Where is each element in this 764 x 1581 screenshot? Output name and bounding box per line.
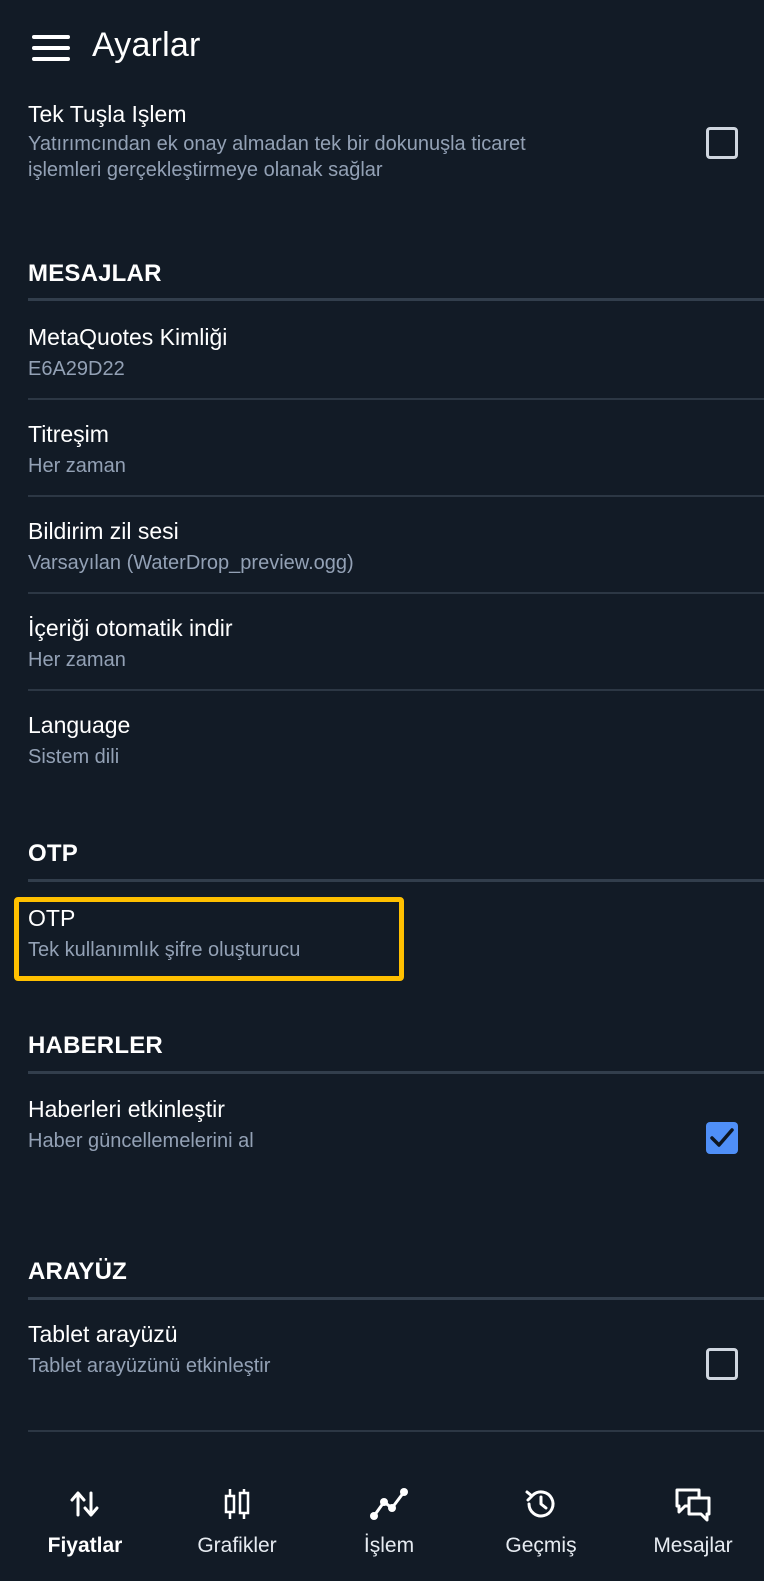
setting-title: Tek Tuşla Işlem xyxy=(28,101,187,127)
nav-label: Geçmiş xyxy=(505,1534,577,1557)
row-divider xyxy=(28,1430,764,1432)
chat-bubbles-icon xyxy=(628,1482,758,1526)
nav-label: Fiyatlar xyxy=(47,1534,123,1557)
setting-description-line1: Yatırımcından ek onay almadan tek bir do… xyxy=(28,133,526,155)
setting-value: Sistem dili xyxy=(28,746,120,768)
setting-tablet-interface[interactable]: Tablet arayüzü Tablet arayüzünü etkinleş… xyxy=(28,1320,736,1380)
nav-quotes[interactable]: Fiyatlar xyxy=(20,1482,150,1558)
setting-vibration[interactable]: Titreşim Her zaman xyxy=(28,420,736,480)
row-divider xyxy=(28,689,764,691)
candlestick-chart-icon xyxy=(172,1482,302,1526)
checkmark-icon xyxy=(710,1128,734,1147)
highlight-box xyxy=(14,897,404,981)
bottom-navigation: Fiyatlar Grafikler İşlem Geçmiş Mesajlar xyxy=(0,1460,764,1581)
nav-label: Grafikler xyxy=(197,1534,277,1557)
setting-title: Bildirim zil sesi xyxy=(28,518,179,544)
setting-value: E6A29D22 xyxy=(28,358,125,380)
row-divider xyxy=(28,592,764,594)
setting-notification-sound[interactable]: Bildirim zil sesi Varsayılan (WaterDrop_… xyxy=(28,517,736,577)
row-divider xyxy=(28,398,764,400)
trade-line-icon xyxy=(324,1482,454,1526)
section-heading-otp: OTP xyxy=(28,840,78,867)
section-heading-interface: ARAYÜZ xyxy=(28,1258,127,1285)
row-divider xyxy=(28,495,764,497)
setting-value: Haber güncellemelerini al xyxy=(28,1130,254,1152)
tablet-interface-checkbox[interactable] xyxy=(706,1348,738,1380)
setting-value: Varsayılan (WaterDrop_preview.ogg) xyxy=(28,552,354,574)
page-title: Ayarlar xyxy=(92,26,201,64)
setting-title: Titreşim xyxy=(28,421,109,447)
setting-title: Tablet arayüzü xyxy=(28,1321,178,1347)
nav-charts[interactable]: Grafikler xyxy=(172,1482,302,1558)
section-divider xyxy=(28,1297,764,1300)
setting-title: İçeriği otomatik indir xyxy=(28,615,233,641)
nav-messages[interactable]: Mesajlar xyxy=(628,1482,758,1558)
section-heading-messages: MESAJLAR xyxy=(28,260,162,287)
setting-metaquotes-id[interactable]: MetaQuotes Kimliği E6A29D22 xyxy=(28,323,736,383)
section-divider xyxy=(28,298,764,301)
nav-history[interactable]: Geçmiş xyxy=(476,1482,606,1558)
enable-news-checkbox[interactable] xyxy=(706,1122,738,1154)
history-clock-icon xyxy=(476,1482,606,1526)
setting-language[interactable]: Language Sistem dili xyxy=(28,711,736,771)
setting-title: Language xyxy=(28,712,131,738)
top-app-bar: Ayarlar xyxy=(0,0,764,96)
setting-auto-download[interactable]: İçeriği otomatik indir Her zaman xyxy=(28,614,736,674)
setting-value: Tablet arayüzünü etkinleştir xyxy=(28,1355,271,1377)
setting-enable-news[interactable]: Haberleri etkinleştir Haber güncellemele… xyxy=(28,1095,736,1155)
nav-trade[interactable]: İşlem xyxy=(324,1482,454,1558)
setting-value: Her zaman xyxy=(28,455,126,477)
section-divider xyxy=(28,879,764,882)
section-heading-news: HABERLER xyxy=(28,1032,163,1059)
setting-value: Her zaman xyxy=(28,649,126,671)
setting-one-click-trading[interactable]: Tek Tuşla Işlem Yatırımcından ek onay al… xyxy=(28,100,736,184)
nav-label: İşlem xyxy=(363,1534,415,1557)
setting-title: Haberleri etkinleştir xyxy=(28,1096,225,1122)
section-divider xyxy=(28,1071,764,1074)
one-click-trading-checkbox[interactable] xyxy=(706,127,738,159)
setting-title: MetaQuotes Kimliği xyxy=(28,324,228,350)
hamburger-menu-icon[interactable] xyxy=(32,35,70,63)
nav-label: Mesajlar xyxy=(653,1534,733,1557)
quotes-arrows-icon xyxy=(20,1482,150,1526)
setting-description-line2: işlemleri gerçekleştirmeye olanak sağlar xyxy=(28,159,383,181)
